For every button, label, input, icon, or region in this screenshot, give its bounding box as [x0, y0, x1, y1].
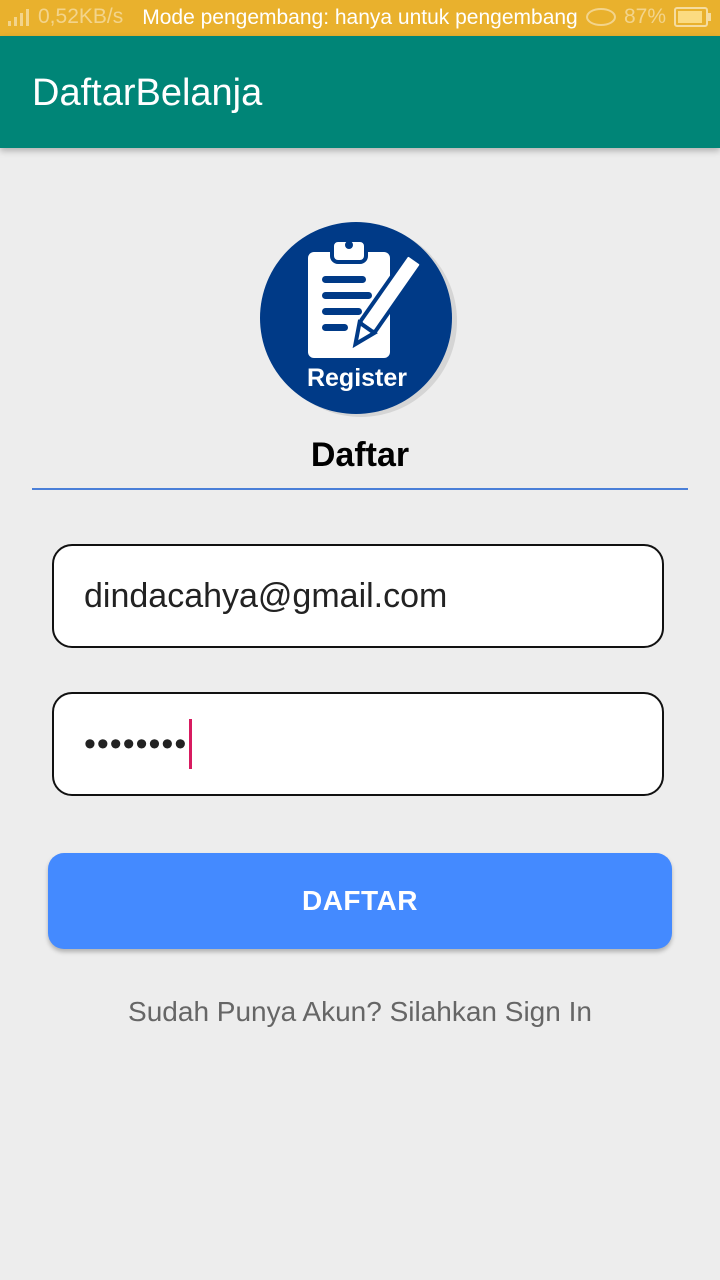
sign-in-link[interactable]: Sudah Punya Akun? Silahkan Sign In	[0, 996, 720, 1028]
app-title: DaftarBelanja	[32, 72, 263, 114]
battery-icon	[674, 7, 711, 27]
eye-icon	[585, 8, 616, 26]
register-logo: Register	[260, 220, 457, 417]
divider	[32, 488, 688, 490]
register-button[interactable]: DAFTAR	[48, 853, 672, 949]
app-bar: DaftarBelanja	[0, 36, 720, 148]
text-cursor	[189, 719, 193, 769]
clipboard-pen-icon: Register	[260, 222, 457, 417]
battery-percent: 87%	[623, 5, 666, 28]
password-value: ••••••••	[84, 724, 188, 763]
logo-label: Register	[307, 364, 407, 392]
status-right: 87%	[585, 5, 711, 29]
email-field[interactable]: dindacahya@gmail.com	[52, 544, 664, 648]
email-value: dindacahya@gmail.com	[84, 576, 448, 615]
page-title: Daftar	[310, 436, 410, 474]
status-bar: 0,52KB/s Mode pengembang: hanya untuk pe…	[0, 0, 720, 36]
password-field[interactable]: ••••••••	[52, 692, 664, 796]
register-button-label: DAFTAR	[301, 885, 418, 916]
